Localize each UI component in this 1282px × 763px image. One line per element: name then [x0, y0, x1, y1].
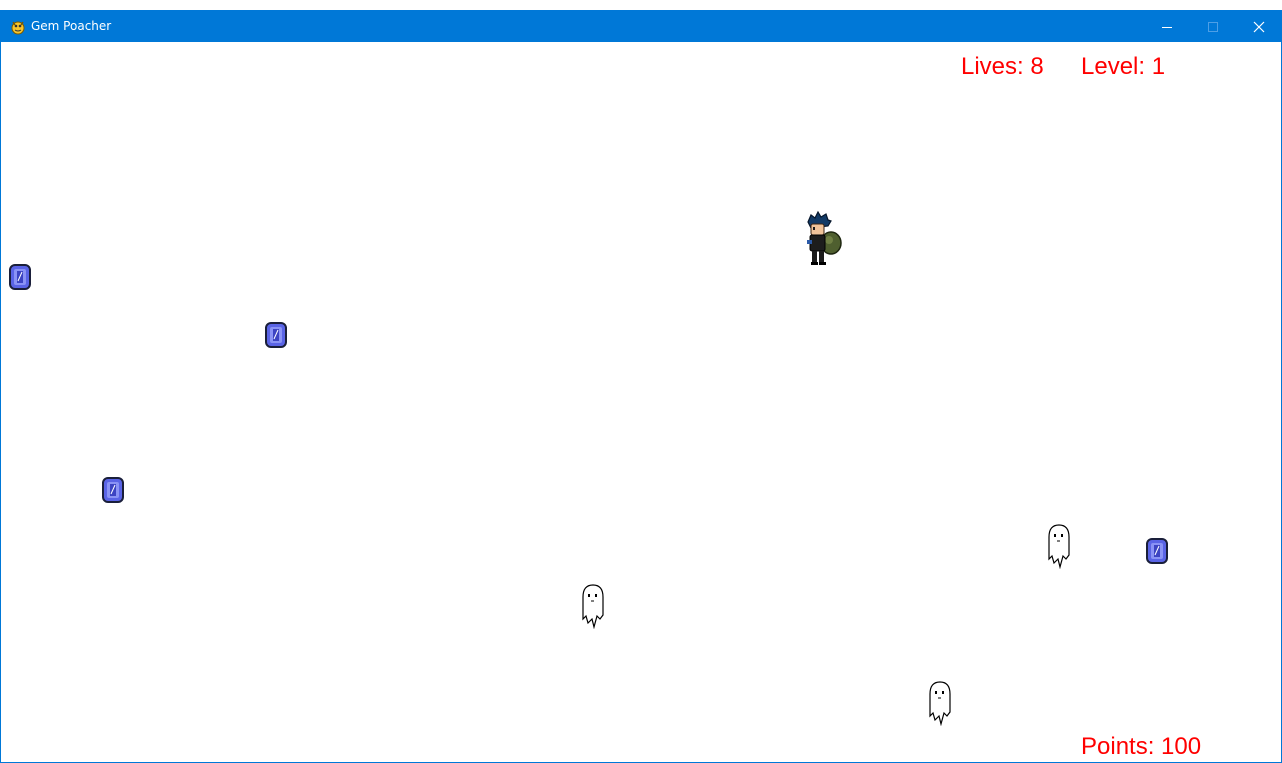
ghost-icon — [929, 681, 951, 727]
blue-gem-icon — [102, 477, 124, 503]
gem — [9, 264, 31, 295]
level-counter: Level: 1 — [1081, 53, 1166, 80]
blue-gem-icon — [9, 264, 31, 290]
pygame-snake-icon — [10, 19, 26, 35]
title-bar[interactable]: Gem Poacher — [1, 11, 1281, 42]
close-button[interactable] — [1236, 11, 1281, 42]
lives-counter: Lives: 8 — [961, 53, 1044, 80]
points-counter: Points: 100 — [1081, 733, 1202, 760]
maximize-button[interactable] — [1190, 11, 1236, 42]
minimize-icon — [1162, 26, 1172, 28]
ghost — [580, 583, 606, 634]
window-title: Gem Poacher — [31, 19, 112, 33]
blue-gem-icon — [265, 322, 287, 348]
close-icon — [1253, 21, 1265, 32]
gem — [1146, 538, 1168, 569]
maximize-icon — [1208, 21, 1218, 32]
blue-gem-icon — [1146, 538, 1168, 564]
ghost — [1046, 523, 1072, 574]
player-thief — [804, 209, 846, 272]
game-window: Gem Poacher Lives: 8 Level: 1 Points: 10… — [0, 10, 1282, 763]
ghost-icon — [582, 584, 604, 630]
ghost — [927, 680, 953, 731]
game-canvas[interactable]: Lives: 8 Level: 1 Points: 100 — [1, 42, 1281, 762]
gem — [102, 477, 124, 508]
minimize-button[interactable] — [1144, 11, 1190, 42]
gem — [265, 322, 287, 353]
ghost-icon — [1048, 524, 1070, 570]
